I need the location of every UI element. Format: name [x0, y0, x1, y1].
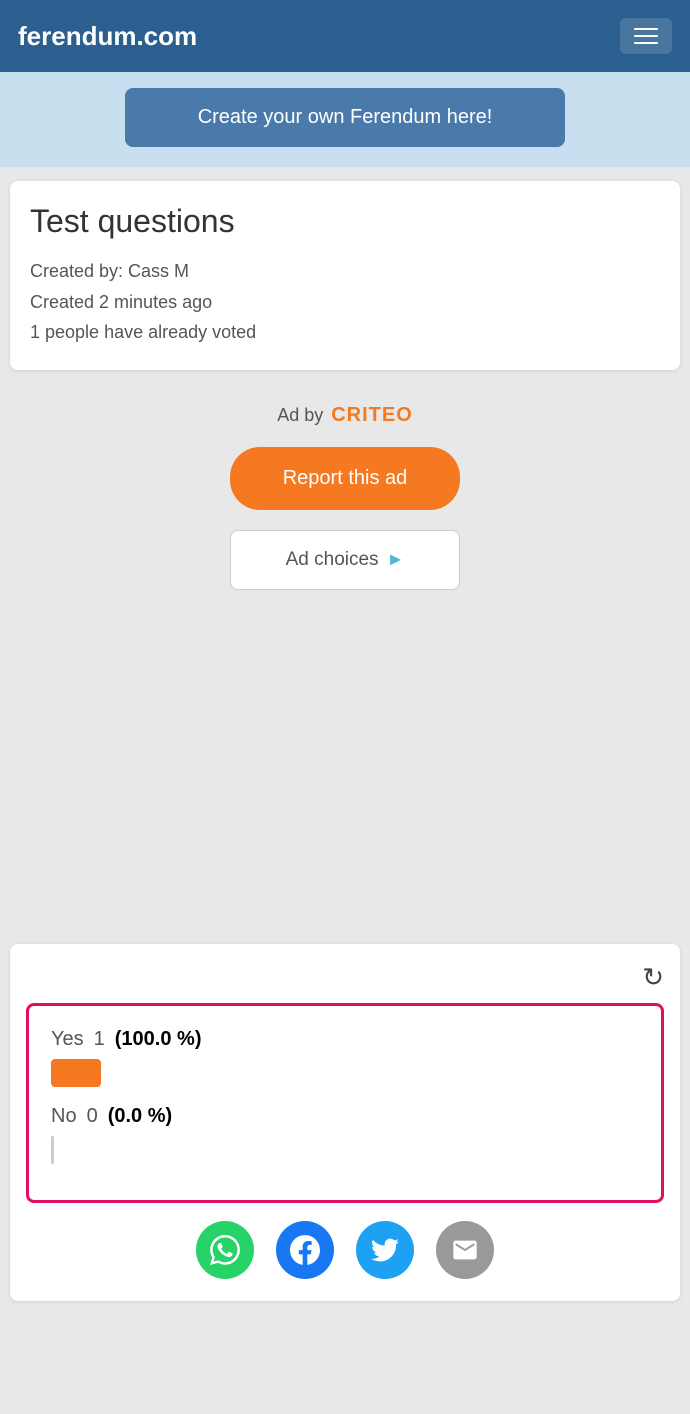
ad-choices-label: Ad choices: [286, 549, 379, 571]
results-card: ↻ Yes 1 (100.0 %) No 0 (0.0 %): [10, 944, 680, 1301]
ad-section: Ad by CRITEO Report this ad Ad choices ►: [0, 384, 690, 944]
no-bar-container: [51, 1136, 639, 1164]
whatsapp-icon: [210, 1235, 240, 1265]
poll-votes-count: 1 people have already voted: [30, 317, 660, 348]
poll-created-by: Created by: Cass M: [30, 256, 660, 287]
result-row-yes: Yes 1 (100.0 %): [51, 1028, 639, 1087]
refresh-button[interactable]: ↻: [642, 962, 664, 993]
ad-choices-icon: ►: [387, 549, 405, 570]
facebook-share-button[interactable]: [276, 1221, 334, 1279]
results-box: Yes 1 (100.0 %) No 0 (0.0 %): [26, 1003, 664, 1203]
email-icon: [451, 1236, 479, 1264]
social-share-row: [26, 1221, 664, 1279]
result-row-no: No 0 (0.0 %): [51, 1105, 639, 1164]
report-ad-button[interactable]: Report this ad: [230, 447, 460, 510]
header: ferendum.com: [0, 0, 690, 72]
twitter-icon: [371, 1236, 399, 1264]
no-bar: [51, 1136, 54, 1164]
no-label: No: [51, 1105, 77, 1128]
email-share-button[interactable]: [436, 1221, 494, 1279]
hamburger-line-2: [634, 35, 658, 37]
ad-by-line: Ad by CRITEO: [277, 404, 413, 427]
facebook-icon: [290, 1235, 320, 1265]
yes-count: 1: [94, 1028, 105, 1051]
twitter-share-button[interactable]: [356, 1221, 414, 1279]
create-ferendum-button[interactable]: Create your own Ferendum here!: [125, 88, 565, 147]
criteo-logo: CRITEO: [331, 404, 413, 427]
whatsapp-share-button[interactable]: [196, 1221, 254, 1279]
no-count: 0: [87, 1105, 98, 1128]
results-header: ↻: [26, 962, 664, 993]
poll-meta: Created by: Cass M Created 2 minutes ago…: [30, 256, 660, 348]
menu-button[interactable]: [620, 18, 672, 54]
yes-label: Yes: [51, 1028, 84, 1051]
result-no-label-line: No 0 (0.0 %): [51, 1105, 639, 1128]
yes-pct: (100.0 %): [115, 1028, 202, 1051]
yes-bar-container: [51, 1059, 639, 1087]
ad-choices-button[interactable]: Ad choices ►: [230, 530, 460, 590]
ad-by-text: Ad by: [277, 405, 323, 426]
result-yes-label-line: Yes 1 (100.0 %): [51, 1028, 639, 1051]
poll-title: Test questions: [30, 203, 660, 240]
no-pct: (0.0 %): [108, 1105, 172, 1128]
yes-bar: [51, 1059, 101, 1087]
site-logo: ferendum.com: [18, 21, 197, 52]
hamburger-line-3: [634, 42, 658, 44]
poll-card: Test questions Created by: Cass M Create…: [10, 181, 680, 370]
hamburger-line-1: [634, 28, 658, 30]
poll-created-time: Created 2 minutes ago: [30, 287, 660, 318]
banner-area: Create your own Ferendum here!: [0, 72, 690, 167]
